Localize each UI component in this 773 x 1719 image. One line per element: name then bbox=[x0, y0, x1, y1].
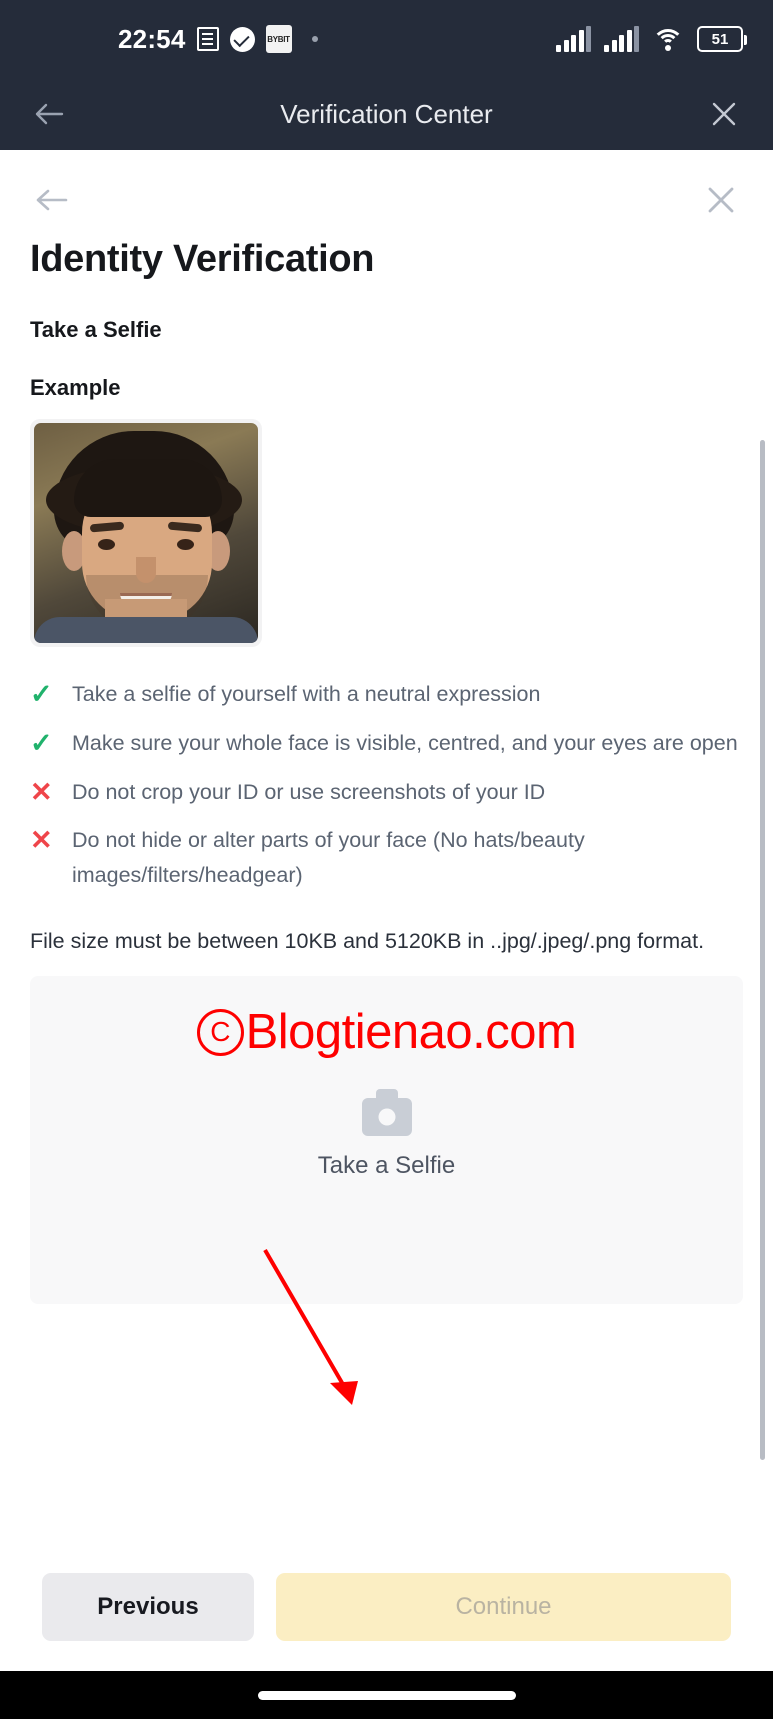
watermark: C Blogtienao.com bbox=[196, 1004, 577, 1060]
status-bar-right: 51 bbox=[556, 26, 747, 52]
example-label: Example bbox=[30, 375, 121, 400]
camera-icon bbox=[361, 1098, 412, 1137]
page-nav bbox=[0, 150, 773, 222]
rules-list: ✓ Take a selfie of yourself with a neutr… bbox=[30, 677, 743, 893]
rule-text: Take a selfie of yourself with a neutral… bbox=[72, 682, 541, 706]
rule-text: Do not hide or alter parts of your face … bbox=[72, 828, 585, 888]
page-close-button[interactable] bbox=[699, 178, 743, 222]
selfie-upload-box[interactable]: C Blogtienao.com Take a Selfie bbox=[30, 976, 743, 1305]
upload-label: Take a Selfie bbox=[317, 1152, 456, 1180]
arrow-left-icon bbox=[35, 103, 64, 125]
gesture-pill[interactable] bbox=[257, 1690, 516, 1700]
upload-inner: Take a Selfie bbox=[30, 1098, 743, 1180]
wifi-icon bbox=[652, 27, 684, 51]
rule-text: Make sure your whole face is visible, ce… bbox=[72, 730, 738, 755]
check-icon: ✓ bbox=[30, 679, 53, 709]
status-bar-left: 22:54 BYBIT bbox=[118, 24, 318, 55]
app-header-title: Verification Center bbox=[280, 98, 493, 129]
app-header: Verification Center bbox=[0, 78, 773, 150]
status-time: 22:54 bbox=[118, 23, 186, 54]
header-back-button[interactable] bbox=[28, 93, 70, 135]
bybit-app-icon: BYBIT bbox=[265, 25, 292, 53]
page-scrollbar[interactable] bbox=[760, 440, 765, 1460]
battery-icon: 51 bbox=[697, 26, 747, 52]
battery-level-text: 51 bbox=[711, 30, 729, 48]
rule-item: ✓ Take a selfie of yourself with a neutr… bbox=[30, 677, 743, 712]
cross-icon: ✕ bbox=[30, 776, 53, 807]
watermark-text: Blogtienao.com bbox=[245, 1005, 577, 1060]
navigation-gesture-bar bbox=[0, 1671, 773, 1719]
check-circle-icon bbox=[229, 26, 255, 52]
arrow-left-icon bbox=[36, 189, 68, 211]
selfie-example-photo bbox=[34, 423, 258, 643]
cross-icon: ✕ bbox=[30, 825, 53, 856]
continue-button[interactable]: Continue bbox=[276, 1573, 731, 1641]
rule-item: ✕ Do not hide or alter parts of your fac… bbox=[30, 823, 743, 893]
status-bar: 22:54 BYBIT 51 bbox=[0, 0, 773, 78]
verification-page: Identity Verification Take a Selfie Exam… bbox=[0, 150, 773, 1573]
page-title: Identity Verification bbox=[30, 238, 375, 280]
page-content: Take a Selfie Example ✓ Take a selfie of… bbox=[0, 317, 773, 1305]
signal-bars-icon-2 bbox=[604, 26, 639, 52]
close-icon bbox=[712, 102, 736, 126]
check-icon: ✓ bbox=[30, 727, 53, 758]
rule-item: ✓ Make sure your whole face is visible, … bbox=[30, 726, 743, 761]
previous-button[interactable]: Previous bbox=[42, 1573, 254, 1641]
dot-icon bbox=[311, 36, 318, 42]
example-photo-card bbox=[30, 419, 262, 647]
rule-item: ✕ Do not crop your ID or use screenshots… bbox=[30, 775, 743, 810]
footer-actions: Previous Continue bbox=[0, 1573, 773, 1671]
rule-text: Do not crop your ID or use screenshots o… bbox=[72, 779, 546, 804]
section-title-take-a-selfie: Take a Selfie bbox=[30, 317, 162, 342]
header-close-button[interactable] bbox=[703, 93, 745, 135]
page-back-button[interactable] bbox=[30, 178, 74, 222]
document-icon bbox=[196, 27, 219, 51]
close-icon bbox=[708, 187, 734, 213]
file-size-note: File size must be between 10KB and 5120K… bbox=[30, 929, 705, 954]
signal-bars-icon-1 bbox=[556, 26, 591, 52]
phone-screen: 22:54 BYBIT 51 Verification Center Ident… bbox=[0, 0, 773, 1719]
copyright-icon: C bbox=[196, 1008, 244, 1056]
